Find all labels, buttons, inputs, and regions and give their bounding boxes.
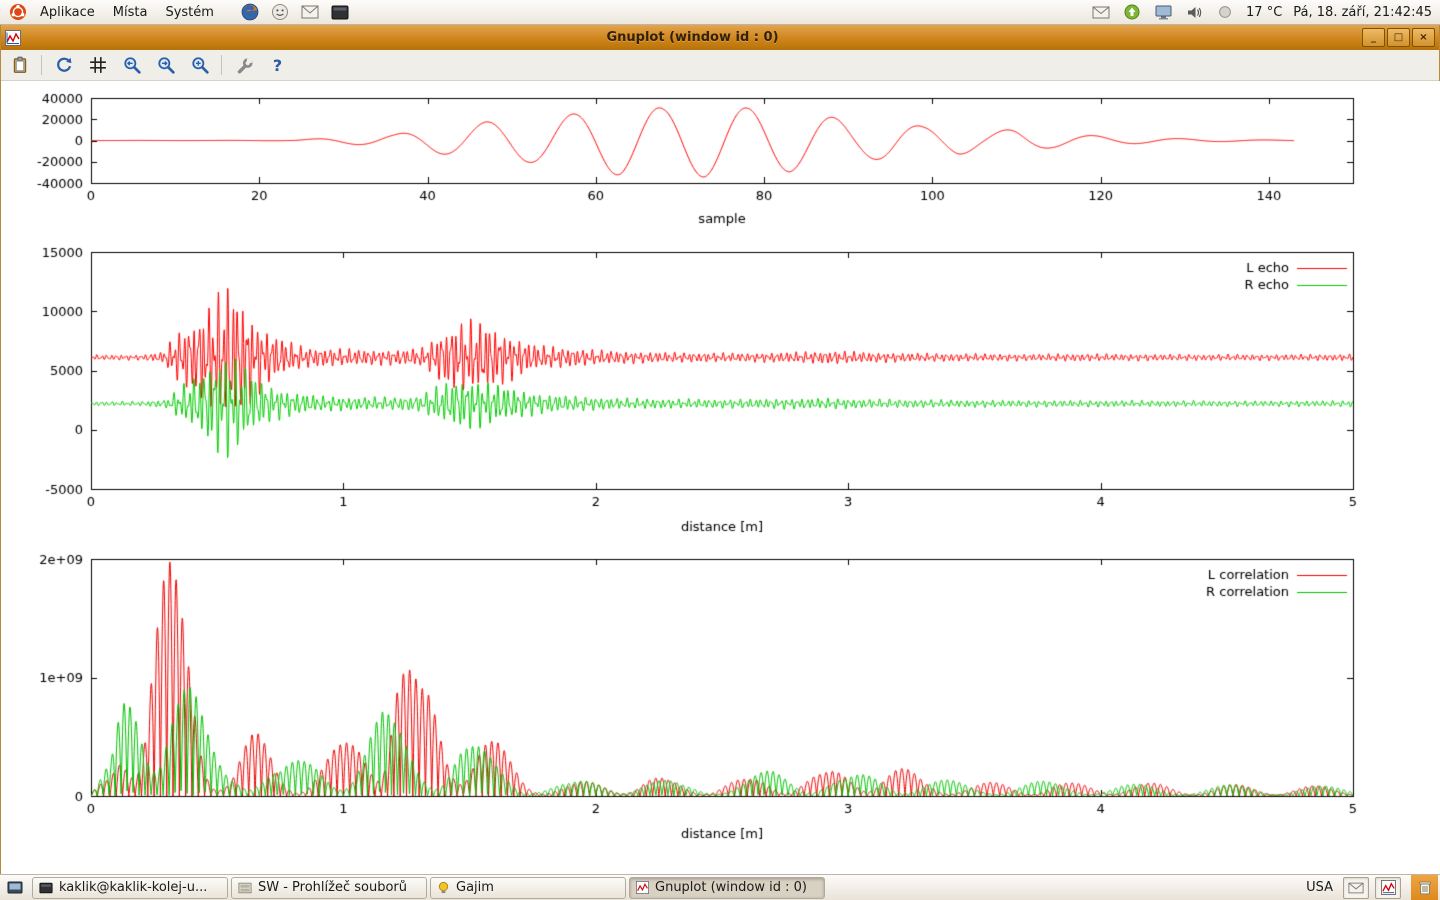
mail-notification-icon[interactable] bbox=[1091, 2, 1111, 22]
plot-surface bbox=[1, 81, 1439, 875]
copy-button[interactable] bbox=[7, 53, 32, 78]
show-desktop-button[interactable] bbox=[2, 876, 28, 899]
task-button-file-manager[interactable]: SW - Prohlížeč souborů bbox=[231, 877, 427, 899]
help-icon: ? bbox=[273, 56, 282, 75]
volume-icon[interactable] bbox=[1184, 2, 1204, 22]
task-button-gajim[interactable]: Gajim bbox=[430, 877, 626, 899]
clock-applet[interactable]: Pá, 18. září, 21:42:45 bbox=[1291, 5, 1434, 20]
zoom-next-button[interactable] bbox=[153, 53, 178, 78]
help-button[interactable]: ? bbox=[265, 53, 290, 78]
toolbar-separator bbox=[41, 55, 42, 75]
task-button-gnuplot[interactable]: Gnuplot (window id : 0) bbox=[629, 877, 825, 899]
keyboard-layout-indicator[interactable]: USA bbox=[1302, 880, 1337, 895]
system-tray: USA bbox=[1302, 875, 1438, 900]
gnuplot-window: Gnuplot (window id : 0) _ □ × bbox=[0, 25, 1440, 874]
zoom-previous-button[interactable] bbox=[119, 53, 144, 78]
terminal-icon[interactable] bbox=[330, 2, 350, 22]
replot-button[interactable] bbox=[51, 53, 76, 78]
menu-applications[interactable]: Aplikace bbox=[32, 3, 103, 22]
file-manager-icon bbox=[238, 882, 252, 894]
weather-icon[interactable] bbox=[1215, 2, 1235, 22]
minimize-button[interactable]: _ bbox=[1362, 28, 1385, 47]
panel-launchers bbox=[238, 2, 352, 22]
terminal-icon bbox=[39, 882, 53, 894]
task-label: Gnuplot (window id : 0) bbox=[655, 880, 807, 895]
mail-launcher-icon[interactable] bbox=[300, 2, 320, 22]
maximize-button[interactable]: □ bbox=[1387, 28, 1410, 47]
firefox-icon[interactable] bbox=[240, 2, 260, 22]
desktop: Aplikace Místa Systém bbox=[0, 0, 1440, 900]
gajim-icon bbox=[437, 881, 450, 894]
mail-tray-icon[interactable] bbox=[1343, 877, 1369, 899]
update-icon[interactable] bbox=[1122, 2, 1142, 22]
gnuplot-canvas[interactable] bbox=[1, 81, 1440, 875]
task-label: Gajim bbox=[456, 880, 494, 895]
task-label: SW - Prohlížeč souborů bbox=[258, 880, 407, 895]
gnuplot-window-icon[interactable] bbox=[5, 30, 21, 46]
settings-button[interactable] bbox=[231, 53, 256, 78]
panel-status-area: 17 °C Pá, 18. září, 21:42:45 bbox=[1089, 2, 1434, 22]
temperature-applet[interactable]: 17 °C bbox=[1244, 5, 1284, 20]
window-title: Gnuplot (window id : 0) bbox=[25, 30, 1360, 45]
menu-places[interactable]: Místa bbox=[105, 3, 156, 22]
titlebar[interactable]: Gnuplot (window id : 0) _ □ × bbox=[1, 25, 1439, 50]
grid-button[interactable] bbox=[85, 53, 110, 78]
top-panel: Aplikace Místa Systém bbox=[0, 0, 1440, 25]
trash-icon[interactable] bbox=[1411, 875, 1438, 900]
messenger-icon[interactable] bbox=[270, 2, 290, 22]
toolbar-separator bbox=[221, 55, 222, 75]
autoscale-button[interactable] bbox=[187, 53, 212, 78]
gnuplot-tray-icon[interactable] bbox=[1375, 877, 1401, 899]
taskbar: kaklik@kaklik-kolej-u... SW - Prohlížeč … bbox=[0, 874, 1440, 900]
gnuplot-icon bbox=[636, 881, 649, 894]
task-label: kaklik@kaklik-kolej-u... bbox=[59, 880, 207, 895]
menu-system[interactable]: Systém bbox=[157, 3, 221, 22]
ubuntu-menu-icon[interactable] bbox=[8, 2, 28, 22]
gnuplot-toolbar: ? bbox=[1, 50, 1439, 81]
close-button[interactable]: × bbox=[1412, 28, 1435, 47]
display-icon[interactable] bbox=[1153, 2, 1173, 22]
task-button-terminal[interactable]: kaklik@kaklik-kolej-u... bbox=[32, 877, 228, 899]
